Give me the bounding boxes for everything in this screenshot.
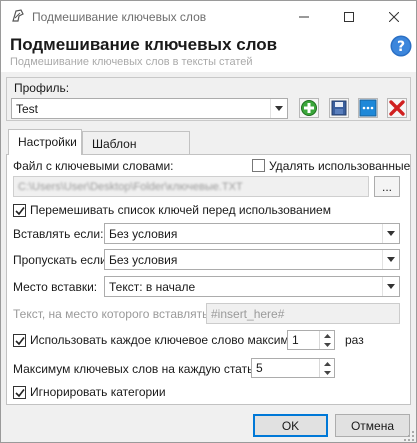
dialog-window: Подмешивание ключевых слов Подмешивание … — [0, 0, 417, 443]
ok-button[interactable]: OK — [253, 414, 328, 437]
remove-used-label: Удалять использованные — [269, 159, 411, 173]
profile-label: Профиль: — [14, 81, 70, 95]
save-icon — [331, 100, 347, 116]
checkmark-icon — [14, 388, 25, 397]
spin-up-icon[interactable] — [320, 331, 334, 340]
dots-icon — [359, 99, 377, 117]
delete-profile-button[interactable] — [387, 98, 407, 118]
maximize-icon — [343, 11, 354, 22]
insert-if-label: Вставлять если: — [13, 227, 104, 241]
checkmark-icon — [14, 336, 25, 345]
insert-place-label: Место вставки: — [13, 280, 98, 294]
use-max-unit: раз — [345, 333, 364, 347]
spin-up-icon[interactable] — [320, 359, 334, 368]
add-icon — [301, 100, 317, 116]
close-button[interactable] — [371, 1, 416, 32]
spin-down-icon[interactable] — [320, 368, 334, 377]
use-max-checkbox[interactable] — [13, 334, 26, 347]
title-bar: Подмешивание ключевых слов — [1, 1, 416, 32]
chevron-down-icon — [382, 224, 399, 243]
maximize-button[interactable] — [326, 1, 371, 32]
tab-settings[interactable]: Настройки — [8, 129, 82, 155]
cancel-label: Отмена — [350, 418, 395, 433]
dialog-header: Подмешивание ключевых слов Подмешивание … — [1, 32, 416, 72]
browse-label: ... — [381, 179, 392, 194]
header-subtitle: Подмешивание ключевых слов в тексты стат… — [10, 56, 253, 68]
ignore-categories-checkbox[interactable] — [13, 386, 26, 399]
insert-if-select[interactable]: Без условия — [104, 223, 400, 244]
replace-text-value: #insert_here# — [211, 307, 285, 321]
tab-insert-template[interactable]: Шаблон вставки — [82, 131, 190, 165]
save-profile-button[interactable] — [329, 98, 349, 118]
header-title: Подмешивание ключевых слов — [10, 35, 278, 54]
skip-if-value: Без условия — [109, 253, 178, 267]
resize-grip-icon[interactable] — [404, 431, 414, 441]
use-max-label: Использовать каждое ключевое слово макси… — [30, 333, 303, 347]
window-title: Подмешивание ключевых слов — [32, 10, 207, 24]
replace-text-input[interactable]: #insert_here# — [206, 303, 400, 324]
checkmark-icon — [14, 206, 25, 215]
ignore-categories-label: Игнорировать категории — [30, 385, 166, 399]
keyword-file-path-value: C:\Users\User\Desktop\Folder\ключевые.TX… — [18, 181, 243, 193]
browse-file-button[interactable]: ... — [374, 176, 400, 197]
svg-text:?: ? — [397, 39, 405, 55]
max-per-article-value: 5 — [256, 361, 263, 375]
close-icon — [388, 11, 399, 22]
tab-settings-label: Настройки — [18, 135, 77, 149]
insert-place-select[interactable]: Текст: в начале — [104, 276, 400, 297]
minimize-icon — [298, 16, 309, 17]
max-per-article-stepper[interactable]: 5 — [251, 358, 335, 378]
skip-if-label: Пропускать если: — [13, 253, 111, 267]
remove-used-checkbox[interactable] — [252, 159, 265, 172]
replace-text-label: Текст, на место которого вставлять: — [13, 307, 212, 321]
skip-if-select[interactable]: Без условия — [104, 249, 400, 270]
minimize-button[interactable] — [281, 1, 326, 32]
insert-place-value: Текст: в начале — [109, 280, 196, 294]
delete-icon — [389, 100, 405, 116]
profile-select[interactable]: Test — [11, 98, 288, 119]
keyword-file-path[interactable]: C:\Users\User\Desktop\Folder\ключевые.TX… — [13, 176, 369, 197]
profile-value: Test — [16, 102, 39, 116]
shuffle-checkbox[interactable] — [13, 204, 26, 217]
app-icon — [12, 9, 24, 22]
ok-label: OK — [281, 418, 300, 433]
add-profile-button[interactable] — [299, 98, 319, 118]
chevron-down-icon — [382, 277, 399, 296]
keyword-file-label: Файл с ключевыми словами: — [13, 159, 174, 173]
chevron-down-icon — [270, 99, 287, 118]
rename-profile-button[interactable] — [358, 98, 378, 118]
spin-down-icon[interactable] — [320, 340, 334, 349]
cancel-button[interactable]: Отмена — [335, 414, 410, 437]
chevron-down-icon — [382, 250, 399, 269]
max-per-article-label: Максимум ключевых слов на каждую статью: — [13, 362, 266, 376]
use-max-stepper[interactable]: 1 — [287, 330, 335, 350]
use-max-value: 1 — [292, 333, 299, 347]
insert-if-value: Без условия — [109, 227, 178, 241]
help-icon[interactable]: ? — [390, 35, 412, 57]
shuffle-label: Перемешивать список ключей перед использ… — [30, 203, 331, 217]
